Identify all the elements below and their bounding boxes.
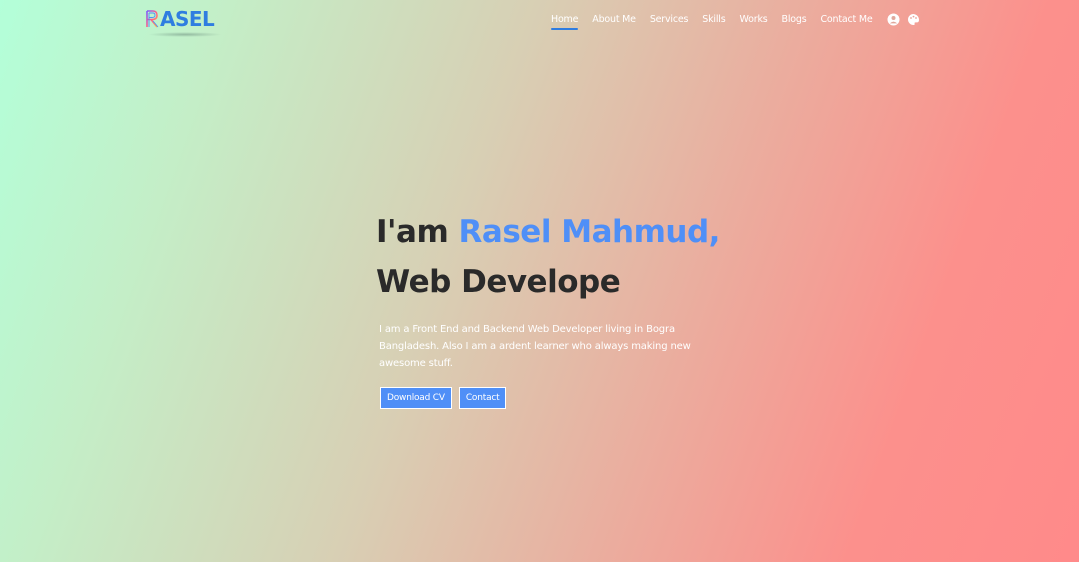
nav-menu: Home About Me Services Skills Works Blog… xyxy=(551,13,927,30)
navbar: ASEL Home About Me Services Skills Works… xyxy=(0,0,1079,42)
contact-button[interactable]: Contact xyxy=(458,387,507,409)
nav-link-works[interactable]: Works xyxy=(740,13,768,26)
palette-icon[interactable] xyxy=(907,13,920,26)
nav-link-services[interactable]: Services xyxy=(650,13,689,26)
hero-buttons: Download CV Contact xyxy=(380,387,796,409)
nav-link-home[interactable]: Home xyxy=(551,13,579,30)
hero-greeting: I'am xyxy=(376,214,459,250)
hero-role: Web Develope xyxy=(376,264,621,300)
download-cv-button[interactable]: Download CV xyxy=(380,387,452,409)
hero-description: I am a Front End and Backend Web Develop… xyxy=(379,324,691,369)
nav-link-contact-me[interactable]: Contact Me xyxy=(820,13,872,26)
nav-link-skills[interactable]: Skills xyxy=(702,13,725,26)
nav-link-about-me[interactable]: About Me xyxy=(592,13,636,26)
hero-name: Rasel Mahmud, xyxy=(458,214,721,250)
logo-r-letter xyxy=(145,7,159,29)
nav-link-blogs[interactable]: Blogs xyxy=(782,13,807,26)
user-circle-icon[interactable] xyxy=(887,13,900,26)
hero-heading: I'am Rasel Mahmud, xyxy=(376,208,796,256)
hero-section: I'am Rasel Mahmud, Web Develope I am a F… xyxy=(376,208,796,409)
logo-text: ASEL xyxy=(160,7,215,31)
logo-shadow xyxy=(148,32,222,37)
